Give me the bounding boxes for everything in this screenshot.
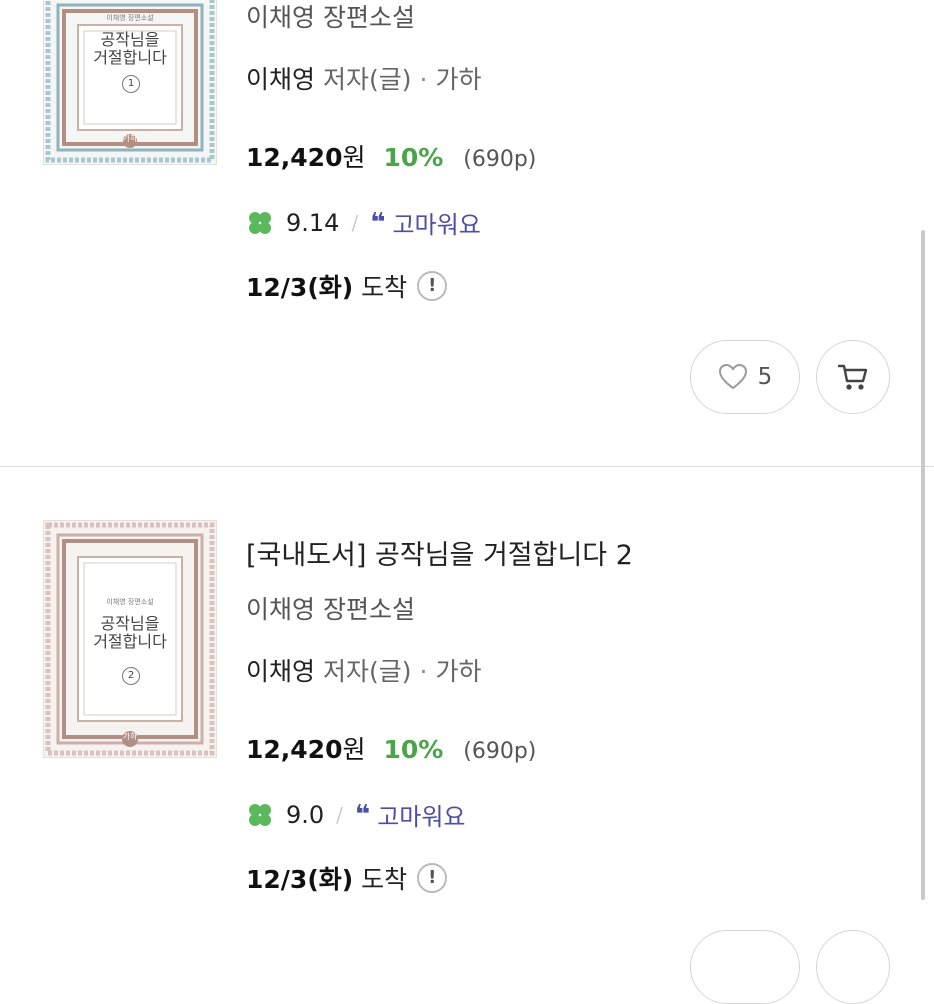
sale-price: 12,420 bbox=[246, 143, 343, 172]
publisher-link[interactable]: 가하 bbox=[435, 65, 481, 94]
rating-line: 9.14 / ❝ 고마워요 bbox=[246, 205, 481, 240]
info-icon[interactable]: ! bbox=[417, 271, 448, 301]
cart-icon bbox=[837, 364, 868, 390]
like-button[interactable] bbox=[690, 930, 800, 1004]
book-title-link[interactable]: [국내도서] 공작님을 거절합니다 2 bbox=[246, 533, 633, 572]
author-role: 저자(글) bbox=[322, 65, 412, 94]
price-line: 12,420원 10% (690p) bbox=[246, 730, 536, 766]
clover-icon bbox=[249, 211, 271, 234]
discount-rate: 10% bbox=[383, 143, 444, 172]
price-line: 12,420원 10% (690p) bbox=[246, 138, 536, 174]
separator: · bbox=[419, 65, 428, 94]
cover-publisher-mark: 가하 bbox=[122, 134, 138, 143]
author-link[interactable]: 이채영 bbox=[246, 65, 315, 94]
cover-title-line: 공작님을 bbox=[100, 30, 160, 49]
sale-price: 12,420 bbox=[246, 735, 343, 764]
like-button[interactable]: 5 bbox=[690, 340, 800, 414]
clover-icon bbox=[249, 803, 271, 826]
cover-title-line: 공작님을 bbox=[100, 614, 160, 633]
delivery-date: 12/3(화) bbox=[246, 273, 354, 302]
quote-icon: ❝ bbox=[370, 207, 385, 238]
info-icon[interactable]: ! bbox=[417, 863, 448, 893]
rating-line: 9.0 / ❝ 고마워요 bbox=[246, 797, 466, 832]
book-cover-image[interactable]: 이채영 장편소설 공작님을 거절합니다 2 가하 bbox=[43, 520, 217, 758]
author-role: 저자(글) bbox=[322, 657, 412, 686]
item-divider bbox=[0, 466, 934, 467]
publisher-link[interactable]: 가하 bbox=[435, 657, 481, 686]
currency: 원 bbox=[342, 143, 366, 172]
add-to-cart-button[interactable] bbox=[816, 340, 890, 414]
cover-publisher-mark: 가하 bbox=[122, 732, 138, 741]
like-count: 5 bbox=[757, 364, 773, 390]
rating-score: 9.0 bbox=[286, 800, 325, 829]
cover-title-line: 거절합니다 bbox=[93, 48, 167, 67]
delivery-line: 12/3(화) 도착 ! bbox=[246, 860, 448, 896]
cover-title: 공작님을 거절합니다 bbox=[44, 31, 216, 67]
delivery-label: 도착 bbox=[361, 865, 408, 894]
author-line: 이채영 저자(글) · 가하 bbox=[246, 60, 481, 96]
page-count: (690p) bbox=[463, 739, 537, 764]
rating-score: 9.14 bbox=[286, 208, 340, 237]
delivery-label: 도착 bbox=[361, 273, 408, 302]
heart-icon bbox=[718, 363, 747, 390]
currency: 원 bbox=[342, 735, 366, 764]
cover-volume-badge: 1 bbox=[122, 75, 140, 93]
book-subtitle: 이채영 장편소설 bbox=[246, 3, 415, 32]
cover-volume-badge: 2 bbox=[122, 667, 140, 685]
author-link[interactable]: 이채영 bbox=[246, 657, 315, 686]
rating-separator: / bbox=[336, 802, 343, 827]
review-keyword[interactable]: 고마워요 bbox=[377, 797, 465, 832]
page-count: (690p) bbox=[463, 147, 537, 172]
separator: · bbox=[419, 657, 428, 686]
discount-rate: 10% bbox=[383, 735, 444, 764]
cover-title-line: 거절합니다 bbox=[93, 632, 167, 651]
review-keyword[interactable]: 고마워요 bbox=[392, 205, 480, 240]
cover-series-text: 이채영 장편소설 bbox=[106, 14, 154, 22]
rating-separator: / bbox=[351, 210, 359, 235]
cover-series-text: 이채영 장편소설 bbox=[106, 598, 154, 606]
quote-icon: ❝ bbox=[354, 799, 370, 830]
book-subtitle: 이채영 장편소설 bbox=[246, 595, 415, 624]
add-to-cart-button[interactable] bbox=[816, 930, 890, 1004]
book-cover-image[interactable]: 이채영 장편소설 공작님을 거절합니다 1 가하 bbox=[43, 0, 217, 165]
scrollbar[interactable] bbox=[921, 230, 925, 900]
author-line: 이채영 저자(글) · 가하 bbox=[246, 652, 481, 688]
delivery-line: 12/3(화) 도착 ! bbox=[246, 268, 448, 304]
cover-title: 공작님을 거절합니다 bbox=[44, 615, 216, 651]
delivery-date: 12/3(화) bbox=[246, 865, 354, 894]
